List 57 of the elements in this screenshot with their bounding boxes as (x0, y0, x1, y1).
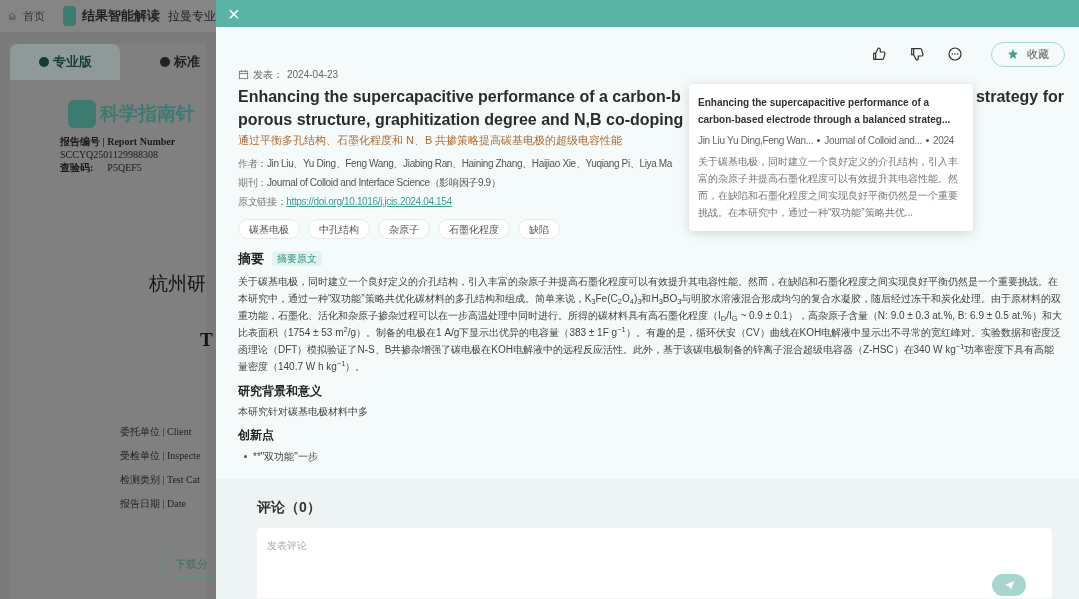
article-title: strategy for (975, 87, 1064, 107)
report-number-label: 报告编号 | Report Number (60, 134, 177, 148)
logo-icon (68, 100, 96, 129)
publish-label: 发表： (253, 68, 283, 82)
field-label: 受检单位 | Inspecte (120, 449, 201, 463)
article-title: porous structure, graphitization degree and N,B co-doping (238, 110, 684, 130)
bullet-icon (244, 455, 247, 458)
section-heading: 创新点 (238, 427, 275, 444)
app-logo-icon (62, 6, 76, 26)
keyword-tag[interactable]: 杂原子 (378, 218, 430, 239)
translated-title: 通过平衡多孔结构、石墨化程度和 N、B 共掺策略提高碳基电极的超级电容性能 (238, 133, 623, 148)
like-icon[interactable] (871, 46, 887, 62)
star-icon (1007, 48, 1019, 60)
publish-date: 2024-04-23 (287, 68, 339, 82)
comment-icon[interactable] (947, 46, 963, 62)
check-code-label: 查验码: (60, 160, 94, 174)
field-label: 报告日期 | Date (120, 497, 186, 511)
logo-text: 科学指南针 (100, 102, 195, 126)
doi-link[interactable]: https://doi.org/10.1016/j.jcis.2024.04.154 (286, 193, 452, 209)
tooltip-snippet: 关于碳基电极，同时建立一个良好定义的介孔结构，引入丰富的杂原子并提高石墨化程度可以有效提升其电容性能。然而，在缺陷和石墨化程度之间实现良好平衡仍然是一个重要挑战。在本研究中，通过一种“双功能”策略共优... (698, 155, 959, 220)
meta-label: 原文链接： (238, 194, 287, 209)
field-label: 检测类别 | Test Cat (120, 473, 200, 487)
section-text: 本研究针对碳基电极材料中多 (238, 405, 369, 419)
tooltip-meta: Jin Liu Yu Ding,Feng Wan... (698, 134, 814, 148)
tooltip-meta: Journal of Colloid and... (824, 134, 922, 148)
nav-link[interactable]: 首页 (22, 7, 45, 25)
tooltip-meta: 2024 (932, 134, 954, 148)
meta-value: Journal of Colloid and Interface Science（影响因子9.9） (266, 175, 501, 190)
tooltip-title: Enhancing the supercapacitive performance of a carbon-based electrode through a balanced strateg... (698, 96, 952, 127)
calendar-icon (238, 69, 249, 80)
report-number: SCCYQ2501129988308 (60, 147, 159, 161)
close-button[interactable]: × (228, 3, 240, 24)
field-label: 委托单位 | Client (120, 425, 192, 439)
abstract-text: 关于碳基电极，同时建立一个良好定义的介孔结构，引入丰富的杂原子并提高石墨化程度可以有效提升其电容性能。然而，在缺陷和石墨化程度之间实现良好平衡仍然是一个重要挑战。在本研究中，通过一种“双功能”策略共优化碳材料的多孔结构和组成。简单来说，K$_{3}$Fe(C$_{2}$O$_{4}$)$_{3}$和H$_{3}$BO$_{3}$与明胶水溶液混合形成均匀的复合水凝胶，随后经过冻干和炭化处理。由于原材料的双重功能，石墨化、活化和杂原子掺杂过程可以在一步高温处理中同时进行。所得的碳材料具有高石墨化程度（I$_{D}$/I$_{G}$ ~ 0.9 ± 0.1），高杂原子含量（N: 9.0 ± 0.3 at.%, B: 6.9 ± 0.5 at.%）和大比表面积（1754 ± 53 m$^{2}$/g）。制备的电极在1 A/g下显示出优异的电容量（383 ± 1F g$^{−1}$）。有趣的是，循环伏安（CV）曲线在KOH电解液中显示出不寻常的宽红峰对。实验数据和密度泛函理论（DFT）模拟验证了N-S、B共掺杂增强了碳电极在KOH电解液中的远程反应活性。此外，基于该碳电极制备的锌离子混合超级电容器（Z-HSC）在340 W kg$^{−1}$功率密度下具有高能量密度（140.7 W h kg$^{−1}$）。 (238, 275, 1063, 374)
keyword-tag[interactable]: 石墨化程度 (438, 218, 510, 239)
keyword-tag[interactable]: 缺陷 (518, 218, 560, 239)
section-heading: 摘要 (238, 249, 264, 268)
section-heading: 研究背景和意义 (238, 383, 323, 400)
comments-title: 评论（0） (257, 498, 322, 517)
report-title: T (200, 328, 213, 352)
dislike-icon[interactable] (909, 46, 925, 62)
bullet-text: **"双功能"一步 (253, 450, 318, 464)
original-abstract-badge[interactable]: 摘要原文 (272, 250, 322, 266)
version-tab[interactable]: 专业版 (10, 44, 120, 80)
article-title: Enhancing the supercapacitive performance of a carbon-b (238, 87, 681, 107)
keyword-tag[interactable]: 碳基电极 (238, 218, 300, 239)
send-icon (1003, 579, 1015, 591)
app-title: 结果智能解读 (82, 7, 160, 26)
version-tab[interactable]: 标准 (160, 44, 200, 80)
company-name: 杭州研 (149, 272, 206, 296)
comment-field[interactable]: 发表评论 (257, 528, 1052, 598)
check-code: P5QEF5 (107, 160, 142, 174)
meta-value: Jin Liu、Yu Ding、Feng Wang、Jiabing Ran、Haining Zhang、Haijiao Xie、Yuqiang Pi、Liya Ma (266, 156, 672, 171)
meta-label: 作者： (238, 156, 267, 171)
keyword-tag[interactable]: 中孔结构 (308, 218, 370, 239)
nav-title: 拉曼专业 (168, 8, 216, 25)
meta-label: 期刊： (238, 175, 267, 190)
